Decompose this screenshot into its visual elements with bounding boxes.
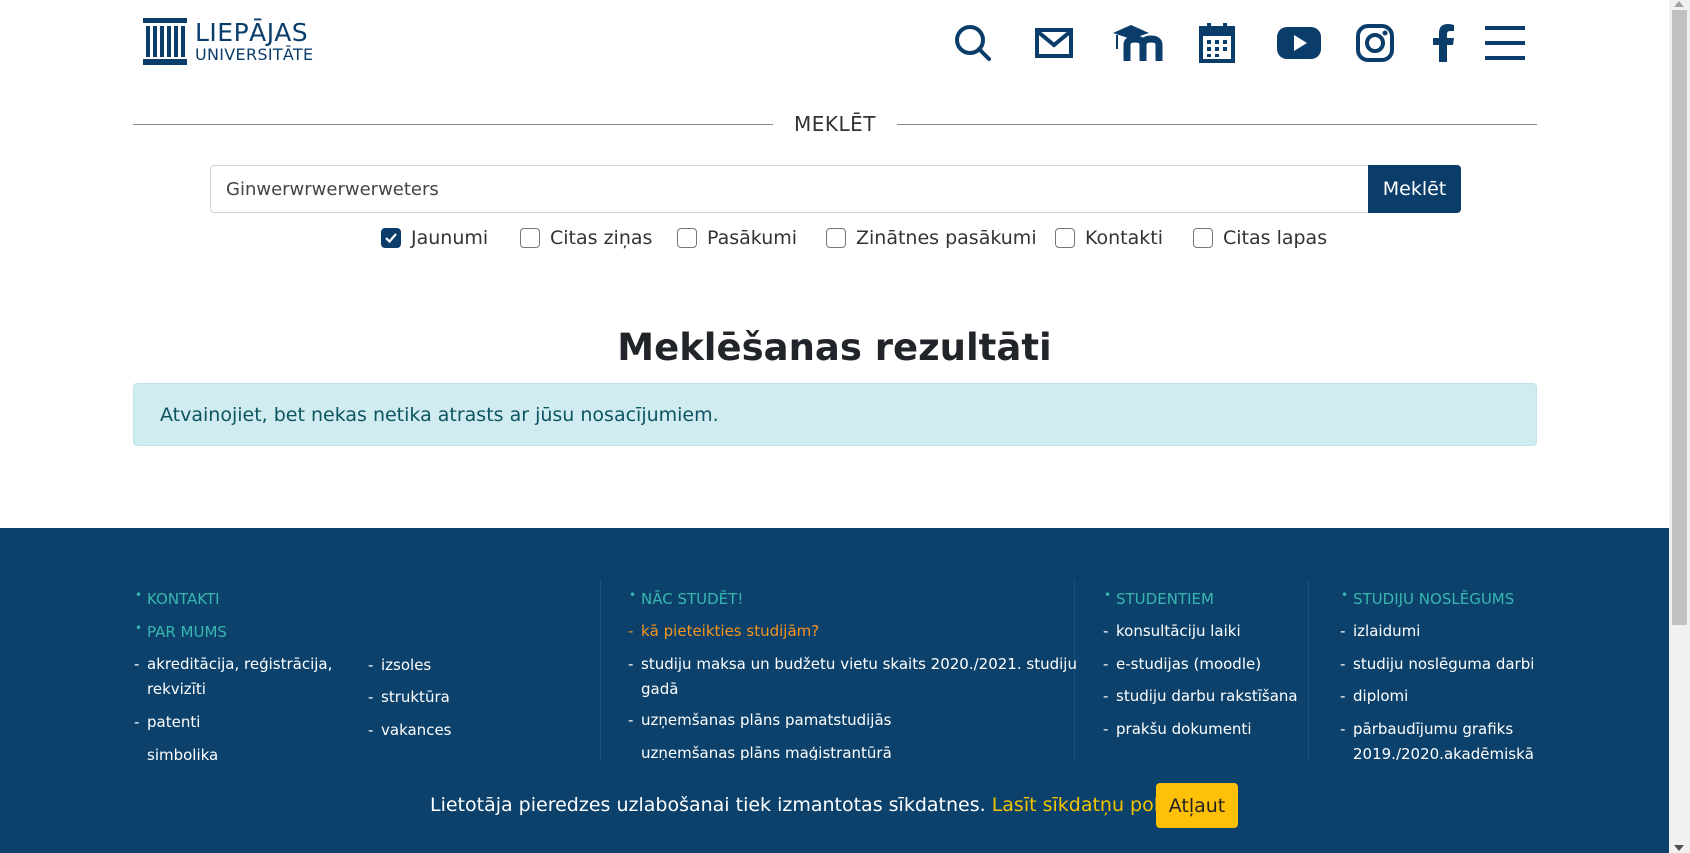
section-divider-right xyxy=(897,124,1537,125)
menu-icon[interactable] xyxy=(1482,20,1528,66)
footer-link-studiju-nosleguma[interactable]: STUDIJU NOSLĒGUMS xyxy=(1341,588,1514,608)
filter-zinatnes-pasakumi[interactable]: Zinātnes pasākumi xyxy=(826,227,1037,249)
site-header: LIEPĀJAS UNIVERSITĀTE xyxy=(0,0,1669,100)
filter-label: Citas ziņas xyxy=(550,227,653,249)
footer-link-konsultaciju-laiki[interactable]: konsultāciju laiki xyxy=(1103,619,1241,644)
no-results-alert: Atvainojiet, bet nekas netika atrasts ar… xyxy=(133,383,1537,446)
checkmark-icon xyxy=(385,233,397,243)
footer-link-parbaudijumu-grafiks[interactable]: pārbaudījumu grafiks xyxy=(1340,717,1513,742)
footer-link-izsoles[interactable]: izsoles xyxy=(368,653,431,678)
filter-kontakti[interactable]: Kontakti xyxy=(1055,227,1163,249)
footer-link-nac-studet[interactable]: NĀC STUDĒT! xyxy=(629,588,743,608)
footer-link-uznemsanas-magistrantura[interactable]: uzņemšanas plāns maģistrantūrā xyxy=(641,741,892,760)
university-columns-icon xyxy=(143,18,187,65)
university-logo[interactable]: LIEPĀJAS UNIVERSITĀTE xyxy=(143,18,313,65)
footer-link-prakshu-dokumenti[interactable]: prakšu dokumenti xyxy=(1103,717,1252,742)
filter-label: Jaunumi xyxy=(411,227,489,249)
checkbox[interactable] xyxy=(1055,228,1075,248)
filter-jaunumi[interactable]: Jaunumi xyxy=(381,227,488,249)
results-title: Meklēšanas rezultāti xyxy=(617,326,1052,369)
logo-line-1: LIEPĀJAS xyxy=(195,18,309,47)
footer-link-studiju-maksa[interactable]: studiju maksa un budžetu vietu skaits 20… xyxy=(628,652,1077,677)
mail-icon[interactable] xyxy=(1031,20,1077,66)
footer-separator xyxy=(600,580,601,760)
footer-link-e-studijas[interactable]: e-studijas (moodle) xyxy=(1103,652,1261,677)
footer-link-uznemsanas-pamatstudijas[interactable]: uzņemšanas plāns pamatstudijās xyxy=(628,708,891,733)
filter-label: Citas lapas xyxy=(1223,227,1328,249)
footer-link-struktura[interactable]: struktūra xyxy=(368,685,450,710)
youtube-icon[interactable] xyxy=(1276,20,1322,66)
footer-link-par-mums[interactable]: PAR MUMS xyxy=(135,621,227,641)
footer-separator xyxy=(1308,580,1309,760)
moodle-icon[interactable] xyxy=(1110,20,1164,66)
checkbox[interactable] xyxy=(826,228,846,248)
filter-pasakumi[interactable]: Pasākumi xyxy=(677,227,797,249)
alert-message: Atvainojiet, bet nekas netika atrasts ar… xyxy=(160,403,719,426)
page-scrollbar[interactable] xyxy=(1669,0,1690,853)
filter-label: Pasākumi xyxy=(707,227,798,249)
filter-citas-lapas[interactable]: Citas lapas xyxy=(1193,227,1327,249)
footer-link-studentiem[interactable]: STUDENTIEM xyxy=(1104,588,1214,608)
filter-label: Zinātnes pasākumi xyxy=(856,227,1037,249)
checkbox[interactable] xyxy=(677,228,697,248)
footer-link-izlaidumi[interactable]: izlaidumi xyxy=(1340,619,1420,644)
cookie-text: Lietotāja pieredzes uzlabošanai tiek izm… xyxy=(430,794,986,816)
footer-link-studiju-darbu[interactable]: studiju darbu rakstīšana xyxy=(1103,684,1298,709)
footer-link-continuation[interactable]: 2019./2020.akadēmiskā xyxy=(1353,742,1534,760)
logo-line-2: UNIVERSITĀTE xyxy=(195,45,314,64)
checkbox[interactable] xyxy=(520,228,540,248)
footer-link-vakances[interactable]: vakances xyxy=(368,718,452,743)
scroll-down-arrow-icon[interactable] xyxy=(1674,845,1684,851)
instagram-icon[interactable] xyxy=(1352,20,1398,66)
checkbox-checked[interactable] xyxy=(381,228,401,248)
scroll-up-arrow-icon[interactable] xyxy=(1674,1,1684,7)
footer-link-akreditacija[interactable]: akreditācija, reģistrācija, xyxy=(134,652,332,677)
filter-label: Kontakti xyxy=(1085,227,1164,249)
cookie-message: Lietotāja pieredzes uzlabošanai tiek izm… xyxy=(430,794,1206,816)
search-section-title: MEKLĒT xyxy=(793,112,876,136)
footer-link-continuation[interactable]: gadā xyxy=(641,677,678,702)
logo-wordmark: LIEPĀJAS UNIVERSITĀTE xyxy=(195,20,313,63)
footer-link-studiju-nosleguma-darbi[interactable]: studiju noslēguma darbi xyxy=(1340,652,1534,677)
checkbox[interactable] xyxy=(1193,228,1213,248)
filter-citas-zinas[interactable]: Citas ziņas xyxy=(520,227,652,249)
footer-link-diplomi[interactable]: diplomi xyxy=(1340,684,1408,709)
footer-link-ka-pieteikties[interactable]: kā pieteikties studijām? xyxy=(628,619,819,644)
footer-link-patenti[interactable]: patenti xyxy=(134,710,200,735)
facebook-icon[interactable] xyxy=(1421,20,1467,66)
footer-link-continuation[interactable]: rekvizīti xyxy=(147,677,206,702)
footer-link-simbolika[interactable]: simbolika xyxy=(147,743,218,760)
section-divider-left xyxy=(133,124,773,125)
search-button[interactable]: Meklēt xyxy=(1368,165,1461,213)
calendar-icon[interactable] xyxy=(1194,20,1240,66)
footer-link-kontakti[interactable]: KONTAKTI xyxy=(135,588,219,608)
scrollbar-thumb[interactable] xyxy=(1672,10,1687,625)
cookie-accept-button[interactable]: Atļaut xyxy=(1156,783,1238,828)
search-input[interactable] xyxy=(210,165,1369,213)
search-icon[interactable] xyxy=(950,20,996,66)
